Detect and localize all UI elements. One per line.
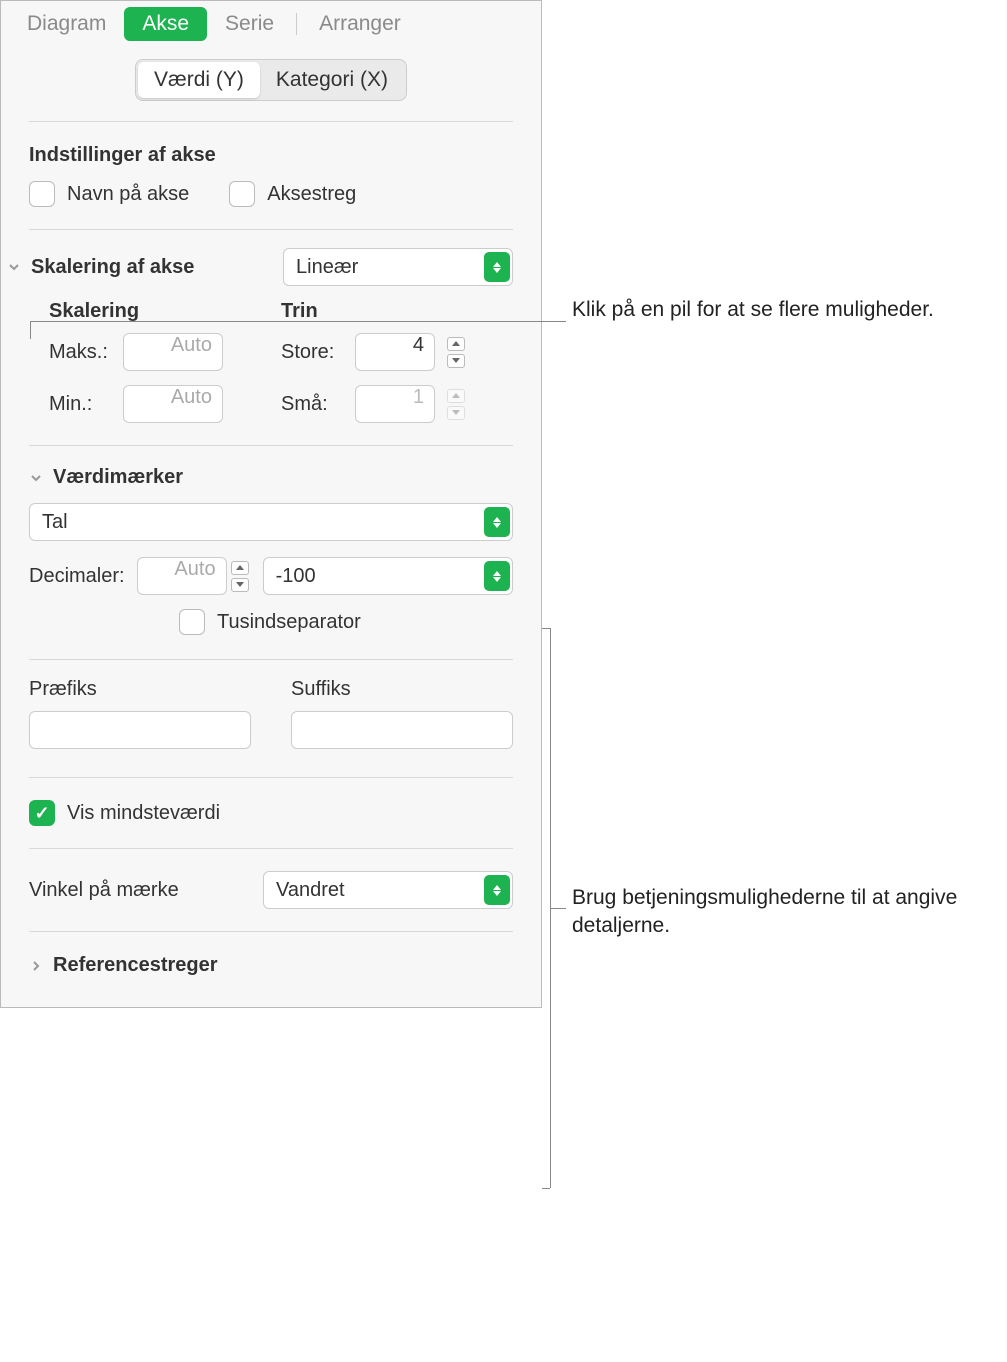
stepper-up-icon [447,337,465,351]
label-axis-line: Aksestreg [267,183,356,206]
callout-2-text: Brug betjeningsmulighederne til at angiv… [572,884,992,941]
divider [29,931,513,932]
seg-value-y[interactable]: Værdi (Y) [138,62,260,98]
select-arrows-icon [484,252,510,282]
tab-serie[interactable]: Serie [207,7,292,41]
axis-subtabs: Værdi (Y) Kategori (X) [1,41,541,121]
label-minor: Små: [281,393,347,416]
checkbox-axis-line[interactable] [229,181,255,207]
chevron-right-icon [29,960,43,972]
divider [29,121,513,122]
axis-options-title: Indstillinger af akse [29,144,513,167]
callout-1-text: Klik på en pil for at se flere mulighede… [572,296,934,324]
label-min: Min.: [49,393,115,416]
select-arrows-icon [484,507,510,537]
seg-category-x[interactable]: Kategori (X) [260,62,404,98]
label-angle: Vinkel på mærke [29,879,179,902]
reference-lines-title: Referencestreger [53,954,218,977]
stepper-up-icon [447,389,465,403]
panel-content: Indstillinger af akse Navn på akse Akses… [1,121,541,1007]
select-arrows-icon [484,875,510,905]
input-minor[interactable]: 1 [355,385,435,423]
checkbox-thousands[interactable] [179,609,205,635]
disclosure-axis-scale[interactable]: Skalering af akse [7,256,194,279]
label-max: Maks.: [49,341,115,364]
value-labels-title: Værdimærker [53,466,183,489]
input-major[interactable]: 4 [355,333,435,371]
stepper-decimals[interactable] [231,557,251,595]
input-max[interactable]: Auto [123,333,223,371]
select-number-format[interactable]: Tal [29,503,513,541]
label-decimals: Decimaler: [29,565,125,588]
stepper-major[interactable] [447,333,467,371]
divider [29,848,513,849]
select-negative-format[interactable]: -100 [263,557,513,595]
label-prefix: Præfiks [29,678,251,701]
stepper-down-icon [447,354,465,368]
steps-col-title: Trin [281,300,513,323]
select-number-format-value: Tal [42,511,68,534]
tab-separator [296,13,297,35]
label-show-min: Vis mindsteværdi [67,802,220,825]
label-major: Store: [281,341,347,364]
label-thousands: Tusindseparator [217,611,361,634]
main-tabs: Diagram Akse Serie Arranger [1,1,541,41]
select-arrows-icon [484,561,510,591]
select-label-angle[interactable]: Vandret [263,871,513,909]
axis-scale-title: Skalering af akse [31,256,194,279]
tab-diagram[interactable]: Diagram [9,7,124,41]
chevron-down-icon [29,472,43,484]
label-axis-name: Navn på akse [67,183,189,206]
scale-col-title: Skalering [49,300,281,323]
stepper-up-icon [231,561,249,575]
checkbox-axis-name[interactable] [29,181,55,207]
input-suffix[interactable] [291,711,513,749]
label-suffix: Suffiks [291,678,513,701]
divider [29,659,513,660]
disclosure-reference-lines[interactable]: Referencestreger [29,954,513,977]
input-decimals[interactable]: Auto [137,557,227,595]
axis-segment-control: Værdi (Y) Kategori (X) [135,59,407,101]
stepper-down-icon [231,578,249,592]
checkbox-show-min[interactable] [29,800,55,826]
select-negative-format-value: -100 [276,565,316,588]
divider [29,445,513,446]
tab-arranger[interactable]: Arranger [301,7,419,41]
tab-akse[interactable]: Akse [124,7,207,41]
chevron-down-icon [7,261,21,273]
divider [29,229,513,230]
select-axis-scale[interactable]: Lineær [283,248,513,286]
divider [29,777,513,778]
select-axis-scale-value: Lineær [296,256,358,279]
input-min[interactable]: Auto [123,385,223,423]
disclosure-value-labels[interactable]: Værdimærker [29,466,513,489]
input-prefix[interactable] [29,711,251,749]
stepper-minor [447,385,467,423]
format-panel: Diagram Akse Serie Arranger Værdi (Y) Ka… [0,0,542,1008]
stepper-down-icon [447,406,465,420]
select-label-angle-value: Vandret [276,879,345,902]
